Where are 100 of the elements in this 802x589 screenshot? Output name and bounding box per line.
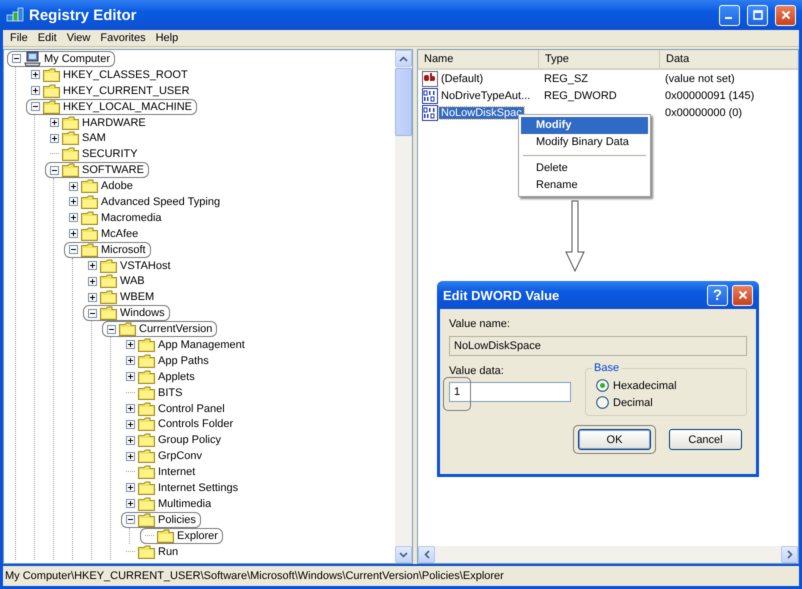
value-name[interactable]: (Default) <box>439 72 486 84</box>
tree-item[interactable]: WBEM <box>83 289 160 306</box>
radio-button[interactable] <box>596 396 609 409</box>
radio-label[interactable]: Hexadecimal <box>613 380 677 392</box>
tree-label: Adobe <box>101 179 133 194</box>
maximize-button[interactable] <box>747 4 768 26</box>
close-button[interactable] <box>732 284 753 306</box>
menu-item[interactable]: View <box>62 32 96 44</box>
tree-item[interactable]: SOFTWARE <box>45 162 149 178</box>
vertical-scrollbar[interactable] <box>395 50 412 563</box>
expand-icon[interactable] <box>31 70 40 80</box>
tree-item[interactable]: McAfee <box>64 226 144 242</box>
tree-item[interactable]: App Management <box>121 337 250 353</box>
tree-item[interactable]: Policies <box>121 512 201 528</box>
tree-item[interactable]: GrpConv <box>121 448 208 464</box>
expand-icon[interactable] <box>50 118 59 127</box>
tree-item[interactable]: Control Panel <box>121 400 230 416</box>
tree-item[interactable]: Windows <box>83 305 170 322</box>
expand-icon[interactable] <box>126 356 135 366</box>
tree-item[interactable]: CurrentVersion <box>102 321 218 338</box>
menu-item[interactable]: Favorites <box>95 32 151 44</box>
tree-item[interactable]: BITS <box>121 384 188 401</box>
expand-icon[interactable] <box>88 276 97 286</box>
collapse-icon[interactable] <box>126 515 135 524</box>
tree-item[interactable]: HARDWARE <box>45 114 151 130</box>
tree-item[interactable]: WAB <box>83 273 150 290</box>
menu-item[interactable]: File <box>5 32 33 44</box>
tree-item[interactable]: HKEY_CLASSES_ROOT <box>26 66 193 83</box>
context-menu-item[interactable]: Delete <box>521 160 648 177</box>
expand-icon[interactable] <box>126 483 135 492</box>
scroll-left-button[interactable] <box>418 546 435 563</box>
column-header[interactable]: Data <box>660 50 798 68</box>
column-header[interactable]: Type <box>539 50 660 68</box>
collapse-icon[interactable] <box>12 54 21 64</box>
expand-icon[interactable] <box>126 436 135 445</box>
radio-label[interactable]: Decimal <box>613 396 653 408</box>
horizontal-scrollbar[interactable] <box>418 546 798 563</box>
collapse-icon[interactable] <box>88 308 97 318</box>
tree-item[interactable]: Internet <box>121 464 200 480</box>
expand-icon[interactable] <box>69 182 78 191</box>
tree-item[interactable]: Applets <box>121 368 200 385</box>
expand-icon[interactable] <box>69 197 78 206</box>
tree-label: SECURITY <box>82 147 138 162</box>
help-button[interactable]: ? <box>707 284 728 306</box>
value-data-field[interactable]: 1 <box>449 382 571 402</box>
tree-item[interactable]: Macromedia <box>64 210 167 226</box>
tree-item[interactable]: Explorer <box>140 528 223 544</box>
tree-item[interactable]: App Paths <box>121 352 214 369</box>
tree-item[interactable]: HKEY_LOCAL_MACHINE <box>26 98 197 115</box>
expand-icon[interactable] <box>126 452 135 461</box>
menu-item[interactable]: Edit <box>32 32 62 44</box>
tree-item[interactable]: HKEY_CURRENT_USER <box>26 82 195 99</box>
collapse-icon[interactable] <box>31 102 40 112</box>
close-button[interactable] <box>775 4 796 26</box>
collapse-icon[interactable] <box>107 324 116 334</box>
expand-icon[interactable] <box>126 499 135 508</box>
expand-icon[interactable] <box>88 261 97 270</box>
context-menu-item[interactable]: Modify <box>521 117 648 134</box>
tree-item[interactable]: Advanced Speed Typing <box>64 194 226 210</box>
context-menu-item[interactable]: Rename <box>521 177 648 194</box>
tree-item[interactable]: My Computer <box>7 51 116 67</box>
menu-item[interactable]: Help <box>150 32 184 44</box>
expand-icon[interactable] <box>126 420 135 429</box>
scroll-down-button[interactable] <box>395 546 412 563</box>
expand-icon[interactable] <box>88 292 97 302</box>
expand-icon[interactable] <box>126 404 135 414</box>
value-name[interactable]: NoDriveTypeAut... <box>439 90 532 102</box>
radio-button[interactable] <box>596 379 609 392</box>
tree-item[interactable]: Multimedia <box>121 496 216 512</box>
scroll-up-button[interactable] <box>395 50 412 67</box>
collapse-icon[interactable] <box>69 245 78 254</box>
context-menu-item[interactable]: Modify Binary Data <box>521 134 648 151</box>
expand-icon[interactable] <box>126 372 135 382</box>
tree-item[interactable]: Controls Folder <box>121 416 238 432</box>
tree-item[interactable]: Microsoft <box>64 242 151 258</box>
folder-icon <box>138 338 155 352</box>
column-header[interactable]: Name <box>418 50 539 68</box>
tree-item[interactable]: Adobe <box>64 178 138 194</box>
tree-item[interactable]: Group Policy <box>121 432 226 448</box>
value-name[interactable]: NoLowDiskSpac <box>439 106 524 118</box>
tree-label: WBEM <box>120 290 154 304</box>
expand-icon[interactable] <box>31 86 40 96</box>
scroll-right-button[interactable] <box>781 546 798 563</box>
expand-icon[interactable] <box>69 229 78 238</box>
dialog-button[interactable]: Cancel <box>669 429 742 450</box>
tree-item[interactable]: Run <box>121 544 184 560</box>
dialog-button[interactable]: OK <box>578 429 651 450</box>
tree-item[interactable]: VSTAHost <box>83 258 176 274</box>
tree-item[interactable]: Internet Settings <box>121 480 244 496</box>
group-label: Base <box>592 362 622 374</box>
minimize-button[interactable] <box>719 4 740 26</box>
expand-icon[interactable] <box>126 340 135 350</box>
collapse-icon[interactable] <box>50 166 59 175</box>
value-name-field[interactable]: NoLowDiskSpace <box>449 336 747 356</box>
folder-icon <box>138 433 155 448</box>
scroll-thumb[interactable] <box>395 68 412 136</box>
expand-icon[interactable] <box>69 213 78 222</box>
tree-item[interactable]: SECURITY <box>45 146 143 162</box>
tree-item[interactable]: SAM <box>45 130 111 146</box>
expand-icon[interactable] <box>50 134 59 143</box>
